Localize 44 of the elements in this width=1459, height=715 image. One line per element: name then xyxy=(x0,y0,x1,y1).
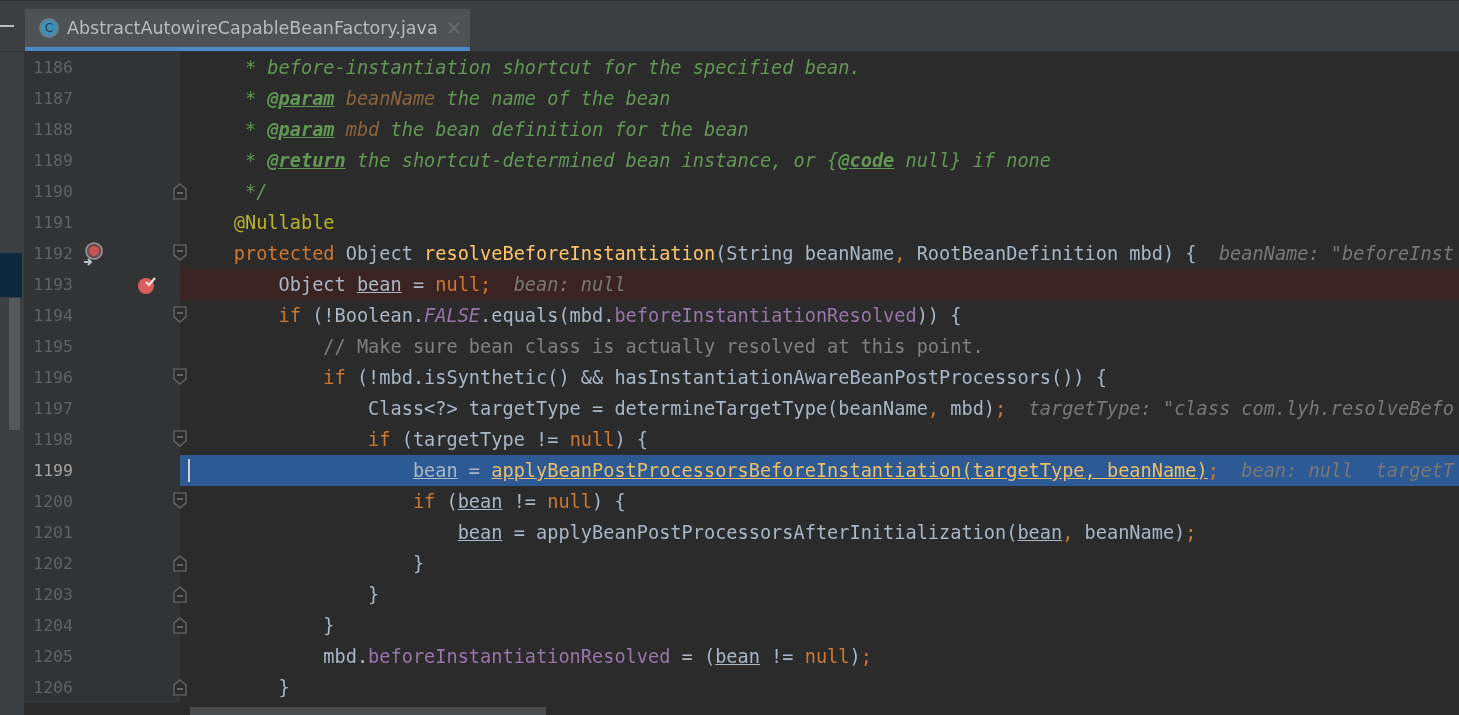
close-icon[interactable] xyxy=(447,22,460,34)
code-line: if (bean != null) { xyxy=(412,491,626,512)
fold-start-icon[interactable] xyxy=(173,430,187,448)
code-line: } xyxy=(278,677,290,698)
fold-end-icon[interactable] xyxy=(173,616,187,634)
fold-start-icon[interactable] xyxy=(173,306,187,324)
text-caret xyxy=(188,459,190,482)
code-line: Object bean = null; xyxy=(278,274,492,295)
fold-start-icon[interactable] xyxy=(173,244,187,262)
inline-value-hint: beanName: "beforeInst xyxy=(1218,243,1454,264)
code-line: mbd.beforeInstantiationResolved = (bean != null); xyxy=(323,646,872,667)
code-line: * before-instantiation shortcut for the specified bean. xyxy=(244,57,861,78)
line-number: 1199 xyxy=(32,461,73,480)
class-file-icon: C xyxy=(39,18,59,38)
fold-end-icon[interactable] xyxy=(173,585,187,603)
editor-tab[interactable]: C AbstractAutowireCapableBeanFactory.java xyxy=(25,9,470,51)
fold-end-icon[interactable] xyxy=(173,182,187,200)
code-line: protected Object resolveBeforeInstantiation(String beanName, RootBeanDefinition mbd) { xyxy=(233,243,1197,264)
code-line: bean = applyBeanPostProcessorsBeforeInstantiation(targetType, beanName); xyxy=(412,460,1219,481)
minimize-icon[interactable] xyxy=(0,24,14,28)
scrollbar-thumb[interactable] xyxy=(9,298,20,430)
code-line: * @return the shortcut-determined bean instance, or {@code null} if none xyxy=(244,150,1051,171)
code-line: * @param beanName the name of the bean xyxy=(244,88,671,109)
inline-value-hint: bean: null targetT xyxy=(1241,460,1454,481)
code-line: } xyxy=(323,615,335,636)
code-line: } xyxy=(368,584,380,605)
code-line: Class<?> targetType = determineTargetType(beanName, mbd); xyxy=(368,398,1007,419)
code-line: if (targetType != null) { xyxy=(368,429,648,450)
code-line: */ xyxy=(244,181,268,202)
code-line: if (!Boolean.FALSE.equals(mbd.beforeInstantiationResolved)) { xyxy=(278,305,962,326)
fold-start-icon[interactable] xyxy=(173,368,187,386)
inline-value-hint: bean: null xyxy=(513,274,626,295)
fold-end-icon[interactable] xyxy=(173,554,187,572)
method-breakpoint-icon[interactable] xyxy=(82,241,104,266)
fold-end-icon[interactable] xyxy=(173,678,187,696)
code-line: @Nullable xyxy=(233,212,335,233)
fold-start-icon[interactable] xyxy=(173,492,187,510)
code-line: * @param mbd the bean definition for the bean xyxy=(244,119,749,140)
horizontal-scrollbar-thumb[interactable] xyxy=(190,707,546,715)
code-line: } xyxy=(412,553,425,574)
code-line: if (!mbd.isSynthetic() && hasInstantiationAwareBeanPostProcessors()) { xyxy=(323,367,1107,388)
code-line: bean = applyBeanPostProcessorsAfterInitialization(bean, beanName); xyxy=(457,522,1197,543)
inline-value-hint: targetType: "class com.lyh.resolveBefo xyxy=(1028,398,1454,419)
code-line: // Make sure bean class is actually resolved at this point. xyxy=(323,336,984,357)
